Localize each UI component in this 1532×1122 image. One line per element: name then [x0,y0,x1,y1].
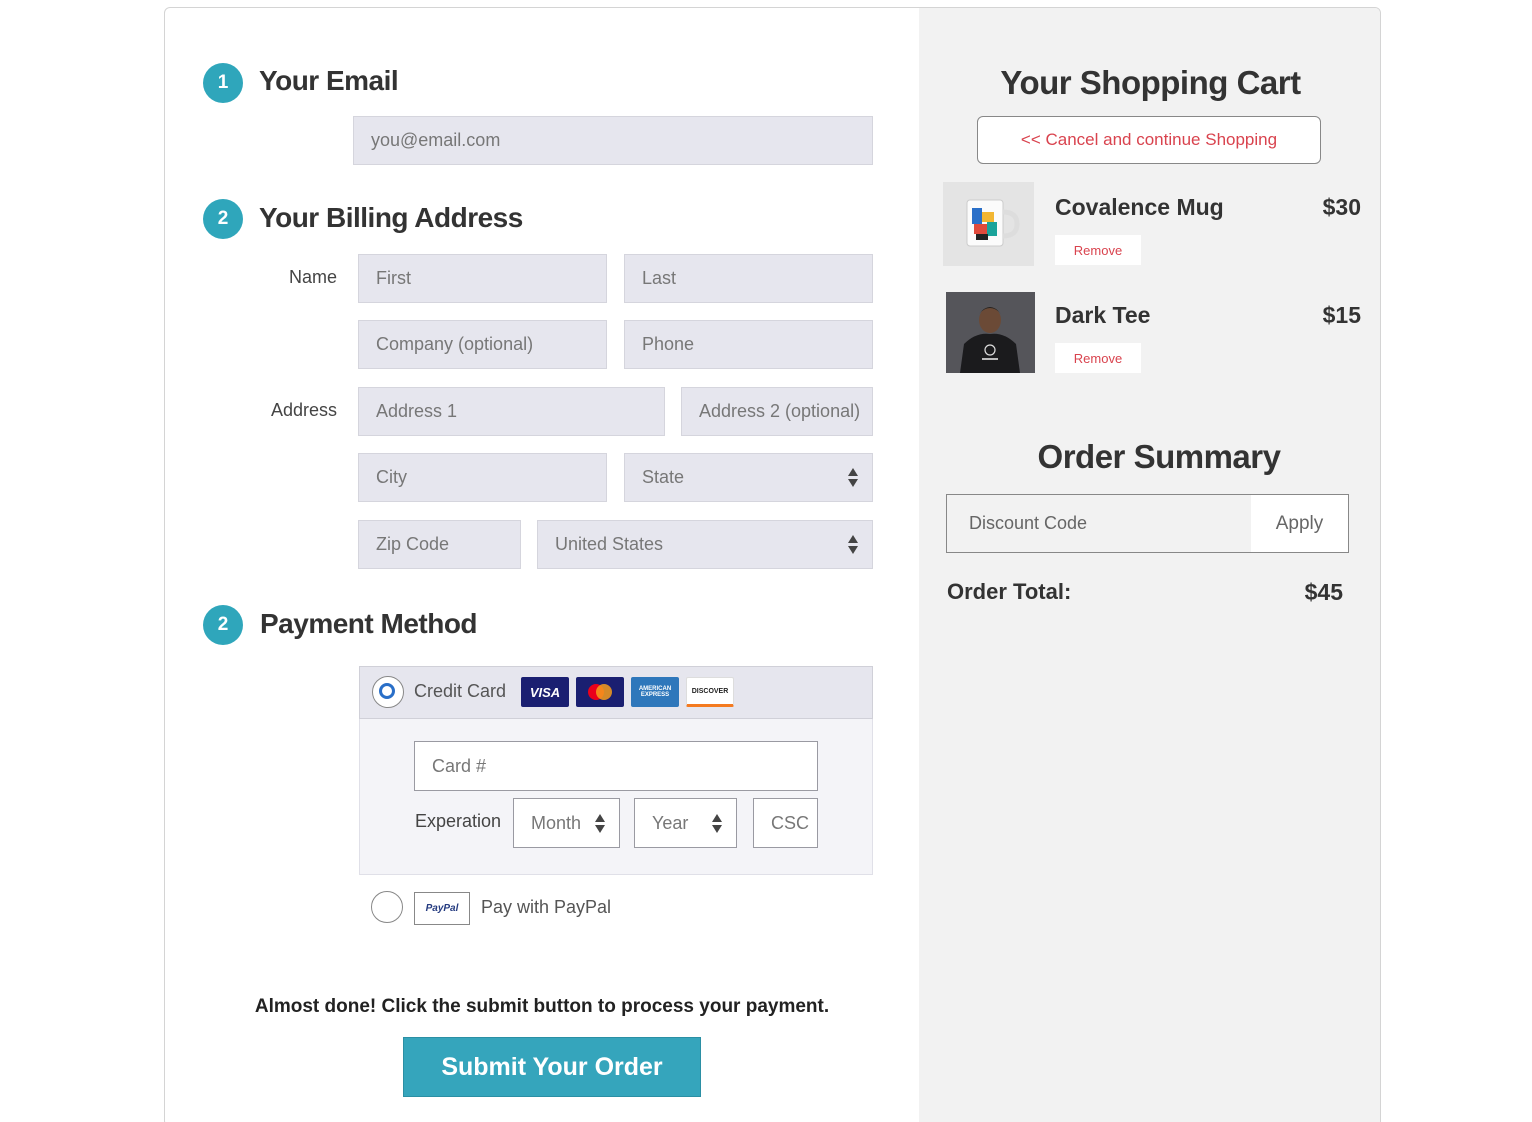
tee-thumbnail[interactable] [946,292,1035,373]
csc-placeholder: CSC [771,812,810,833]
address2-input[interactable] [699,401,872,422]
cart-item-price: $15 [1322,302,1361,328]
zip-field[interactable] [358,520,521,569]
credit-card-label: Credit Card [414,681,507,701]
csc-field[interactable]: CSC [753,798,818,848]
cancel-continue-shopping-button[interactable]: << Cancel and continue Shopping [977,116,1321,164]
billing-section-title: Your Billing Address [259,202,523,233]
discount-code-group: Discount Code Apply [946,494,1349,553]
last-name-input[interactable] [642,268,872,289]
updown-arrows-icon [848,468,858,487]
mug-thumbnail[interactable] [943,182,1034,266]
company-input[interactable] [376,334,606,355]
city-input[interactable] [376,467,606,488]
amex-logo-icon: AMERICAN EXPRESS [631,677,679,707]
address1-input[interactable] [376,401,664,422]
state-select[interactable]: State [624,453,873,502]
cart-panel [919,8,1380,1122]
phone-field[interactable] [624,320,873,369]
country-select[interactable]: United States [537,520,873,569]
address2-field[interactable] [681,387,873,436]
order-total-value: $45 [1304,579,1343,605]
card-number-placeholder: Card # [432,755,487,776]
phone-input[interactable] [642,334,872,355]
updown-arrows-icon [595,813,605,833]
city-field[interactable] [358,453,607,502]
year-select[interactable]: Year [634,798,737,848]
address-label: Address [270,400,337,420]
last-name-field[interactable] [624,254,873,303]
month-value: Month [531,812,582,833]
credit-card-radio[interactable] [372,676,404,708]
updown-arrows-icon [712,813,722,833]
company-field[interactable] [358,320,607,369]
remove-item-button[interactable]: Remove [1055,235,1141,265]
cart-item-name: Covalence Mug [1055,194,1224,220]
email-input[interactable] [371,130,872,151]
checkout-card: 1 Your Email 2 Your Billing Address Name… [164,7,1381,1122]
order-summary-title: Order Summary [1037,438,1281,475]
month-select[interactable]: Month [513,798,620,848]
visa-logo-icon: VISA [521,677,569,707]
discover-logo-icon: DISCOVER [686,677,734,707]
step-2-badge: 2 [203,199,243,239]
zip-input[interactable] [376,534,520,555]
step-3-badge: 2 [203,605,243,645]
order-total-label: Order Total: [947,579,1072,604]
email-field[interactable] [353,116,873,165]
country-value: United States [555,534,664,554]
mastercard-logo-icon [576,677,624,707]
card-number-field[interactable]: Card # [414,741,818,791]
year-value: Year [652,812,689,833]
cart-title: Your Shopping Cart [1000,64,1301,101]
updown-arrows-icon [848,535,858,554]
state-value: State [642,467,685,487]
email-section-title: Your Email [259,65,399,96]
payment-section-title: Payment Method [260,608,478,639]
apply-discount-button[interactable]: Apply [1251,495,1348,552]
address1-field[interactable] [358,387,665,436]
first-name-input[interactable] [376,268,606,289]
remove-item-button[interactable]: Remove [1055,343,1141,373]
paypal-radio[interactable] [371,891,403,923]
first-name-field[interactable] [358,254,607,303]
expiration-label: Experation [415,811,502,831]
name-label: Name [288,267,337,287]
submit-order-button[interactable]: Submit Your Order [403,1037,701,1097]
submit-notice: Almost done! Click the submit button to … [254,996,830,1017]
cart-item-name: Dark Tee [1055,302,1151,328]
cart-item-price: $30 [1322,194,1361,220]
discount-code-input[interactable]: Discount Code [947,495,1251,552]
paypal-label: Pay with PayPal [481,897,612,917]
paypal-logo-icon: PayPal [414,892,470,925]
step-1-badge: 1 [203,63,243,103]
